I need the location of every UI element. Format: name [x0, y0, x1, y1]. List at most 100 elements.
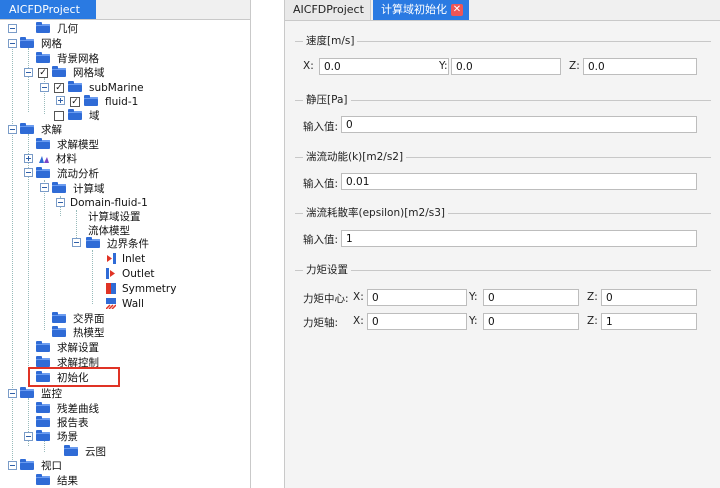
collapse-toggle[interactable]: [24, 432, 33, 441]
tree-item-mesh-domain[interactable]: ✓ 网格域: [38, 65, 105, 80]
collapse-toggle[interactable]: [24, 168, 33, 177]
tree-item-solve[interactable]: 求解: [20, 122, 62, 137]
axis-x-label: X:: [353, 315, 364, 327]
velocity-x-input[interactable]: [319, 58, 449, 75]
tree-item-interface[interactable]: 交界面: [52, 311, 105, 326]
tree-item-material[interactable]: 材料: [38, 151, 77, 166]
tke-input[interactable]: [341, 173, 697, 190]
tree-item-wall[interactable]: Wall: [106, 296, 144, 311]
tree-item-residual[interactable]: 残差曲线: [36, 401, 99, 416]
tab-domain-init[interactable]: 计算域初始化 ✕: [373, 0, 469, 20]
checkbox-checked[interactable]: ✓: [70, 96, 80, 107]
tree-item-compute-settings[interactable]: 计算域设置: [88, 209, 141, 224]
tree-item-scene[interactable]: 场景: [36, 429, 78, 444]
collapse-toggle[interactable]: [24, 68, 33, 77]
folder-icon: [20, 387, 34, 398]
folder-icon: [36, 402, 50, 413]
collapse-toggle[interactable]: [8, 24, 17, 33]
center-z-input[interactable]: [601, 289, 697, 306]
checkbox-unchecked[interactable]: [54, 110, 64, 121]
folder-icon: [20, 123, 34, 134]
center-y-label: Y:: [469, 291, 478, 303]
tree-item-domain-fluid-1[interactable]: Domain-fluid-1: [70, 195, 148, 210]
axis-y-input[interactable]: [483, 313, 579, 330]
tree-item-domain[interactable]: 域: [54, 108, 100, 123]
tree-item-bg-mesh[interactable]: 背景网格: [36, 51, 99, 66]
project-tree-panel: AICFDProject 几何 网格 背景网格 ✓ 网格域 ✓ subMarin…: [0, 0, 251, 488]
velocity-z-input[interactable]: [583, 58, 697, 75]
tree-item-report[interactable]: 报告表: [36, 415, 89, 430]
axis-z-input[interactable]: [601, 313, 697, 330]
folder-icon: [52, 312, 66, 323]
folder-icon: [68, 109, 82, 120]
tree-item-outlet[interactable]: Outlet: [106, 266, 155, 281]
tree-item-monitor[interactable]: 监控: [20, 386, 62, 401]
collapse-toggle[interactable]: [72, 238, 81, 247]
axis-x-input[interactable]: [367, 313, 467, 330]
folder-icon: [68, 81, 82, 92]
collapse-toggle[interactable]: [40, 83, 49, 92]
tke-title: 湍流动能(k)[m2/s2]: [303, 149, 407, 164]
collapse-toggle[interactable]: [40, 183, 49, 192]
tree-item-submarine[interactable]: ✓ subMarine: [54, 80, 144, 95]
folder-icon: [52, 66, 66, 77]
expand-toggle[interactable]: [24, 154, 33, 163]
tree-item-viewport[interactable]: 视口: [20, 458, 62, 473]
velocity-y-label: Y:: [439, 60, 448, 72]
tree-item-geometry[interactable]: 几何: [36, 21, 78, 36]
pressure-input[interactable]: [341, 116, 697, 133]
collapse-toggle[interactable]: [8, 125, 17, 134]
tree-item-result[interactable]: 结果: [36, 473, 78, 488]
tree-item-flow-analysis[interactable]: 流动分析: [36, 166, 99, 181]
tree-item-solve-settings[interactable]: 求解设置: [36, 340, 99, 355]
tree-item-solve-model[interactable]: 求解模型: [36, 137, 99, 152]
tab-aicfdproject[interactable]: AICFDProject: [285, 0, 371, 20]
tree-item-thermal[interactable]: 热模型: [52, 325, 105, 340]
tree-item-symmetry[interactable]: Symmetry: [106, 281, 176, 296]
tree-item-mesh[interactable]: 网格: [20, 36, 62, 51]
collapse-toggle[interactable]: [56, 198, 65, 207]
folder-icon: [64, 445, 78, 456]
tree-item-compute-domain[interactable]: 计算域: [52, 181, 105, 196]
folder-icon: [36, 341, 50, 352]
collapse-toggle[interactable]: [8, 389, 17, 398]
velocity-z-label: Z:: [569, 60, 580, 72]
tree-item-contour[interactable]: 云图: [64, 444, 106, 459]
folder-icon: [36, 430, 50, 441]
velocity-x-label: X:: [303, 60, 314, 72]
torque-axis-label: 力矩轴:: [303, 317, 339, 329]
velocity-y-input[interactable]: [451, 58, 561, 75]
center-x-label: X:: [353, 291, 364, 303]
tree-item-boundary[interactable]: 边界条件: [86, 236, 149, 251]
folder-icon: [20, 459, 34, 470]
close-icon[interactable]: ✕: [451, 4, 463, 16]
tree-line: [44, 180, 45, 330]
tree-item-inlet[interactable]: Inlet: [106, 251, 145, 266]
material-icon: [39, 155, 49, 163]
checkbox-checked[interactable]: ✓: [38, 67, 48, 78]
inlet-icon: [107, 253, 116, 264]
pressure-input-label: 输入值:: [303, 121, 339, 133]
collapse-toggle[interactable]: [8, 461, 17, 470]
folder-icon: [36, 416, 50, 427]
axis-y-label: Y:: [469, 315, 478, 327]
center-y-input[interactable]: [483, 289, 579, 306]
folder-icon: [36, 167, 50, 178]
center-x-input[interactable]: [367, 289, 467, 306]
epsilon-input-label: 输入值:: [303, 234, 339, 246]
folder-icon: [36, 138, 50, 149]
tree-line: [28, 48, 29, 112]
collapse-toggle[interactable]: [8, 39, 17, 48]
tab-aicfdproject[interactable]: AICFDProject: [0, 0, 96, 19]
init-settings-panel: AICFDProject 计算域初始化 ✕ 速度[m/s] X: Y: Z: 静…: [284, 0, 720, 488]
symmetry-icon: [106, 283, 116, 294]
tke-input-label: 输入值:: [303, 178, 339, 190]
checkbox-checked[interactable]: ✓: [54, 82, 64, 93]
expand-toggle[interactable]: [56, 96, 65, 105]
torque-title: 力矩设置: [303, 262, 351, 277]
epsilon-input[interactable]: [341, 230, 697, 247]
folder-icon: [36, 474, 50, 485]
tree-item-fluid-1[interactable]: ✓ fluid-1: [70, 94, 138, 109]
wall-icon: [106, 298, 116, 309]
torque-group: 力矩设置 力矩中心: X: Y: Z: 力矩轴: X: Y: Z:: [295, 262, 711, 337]
